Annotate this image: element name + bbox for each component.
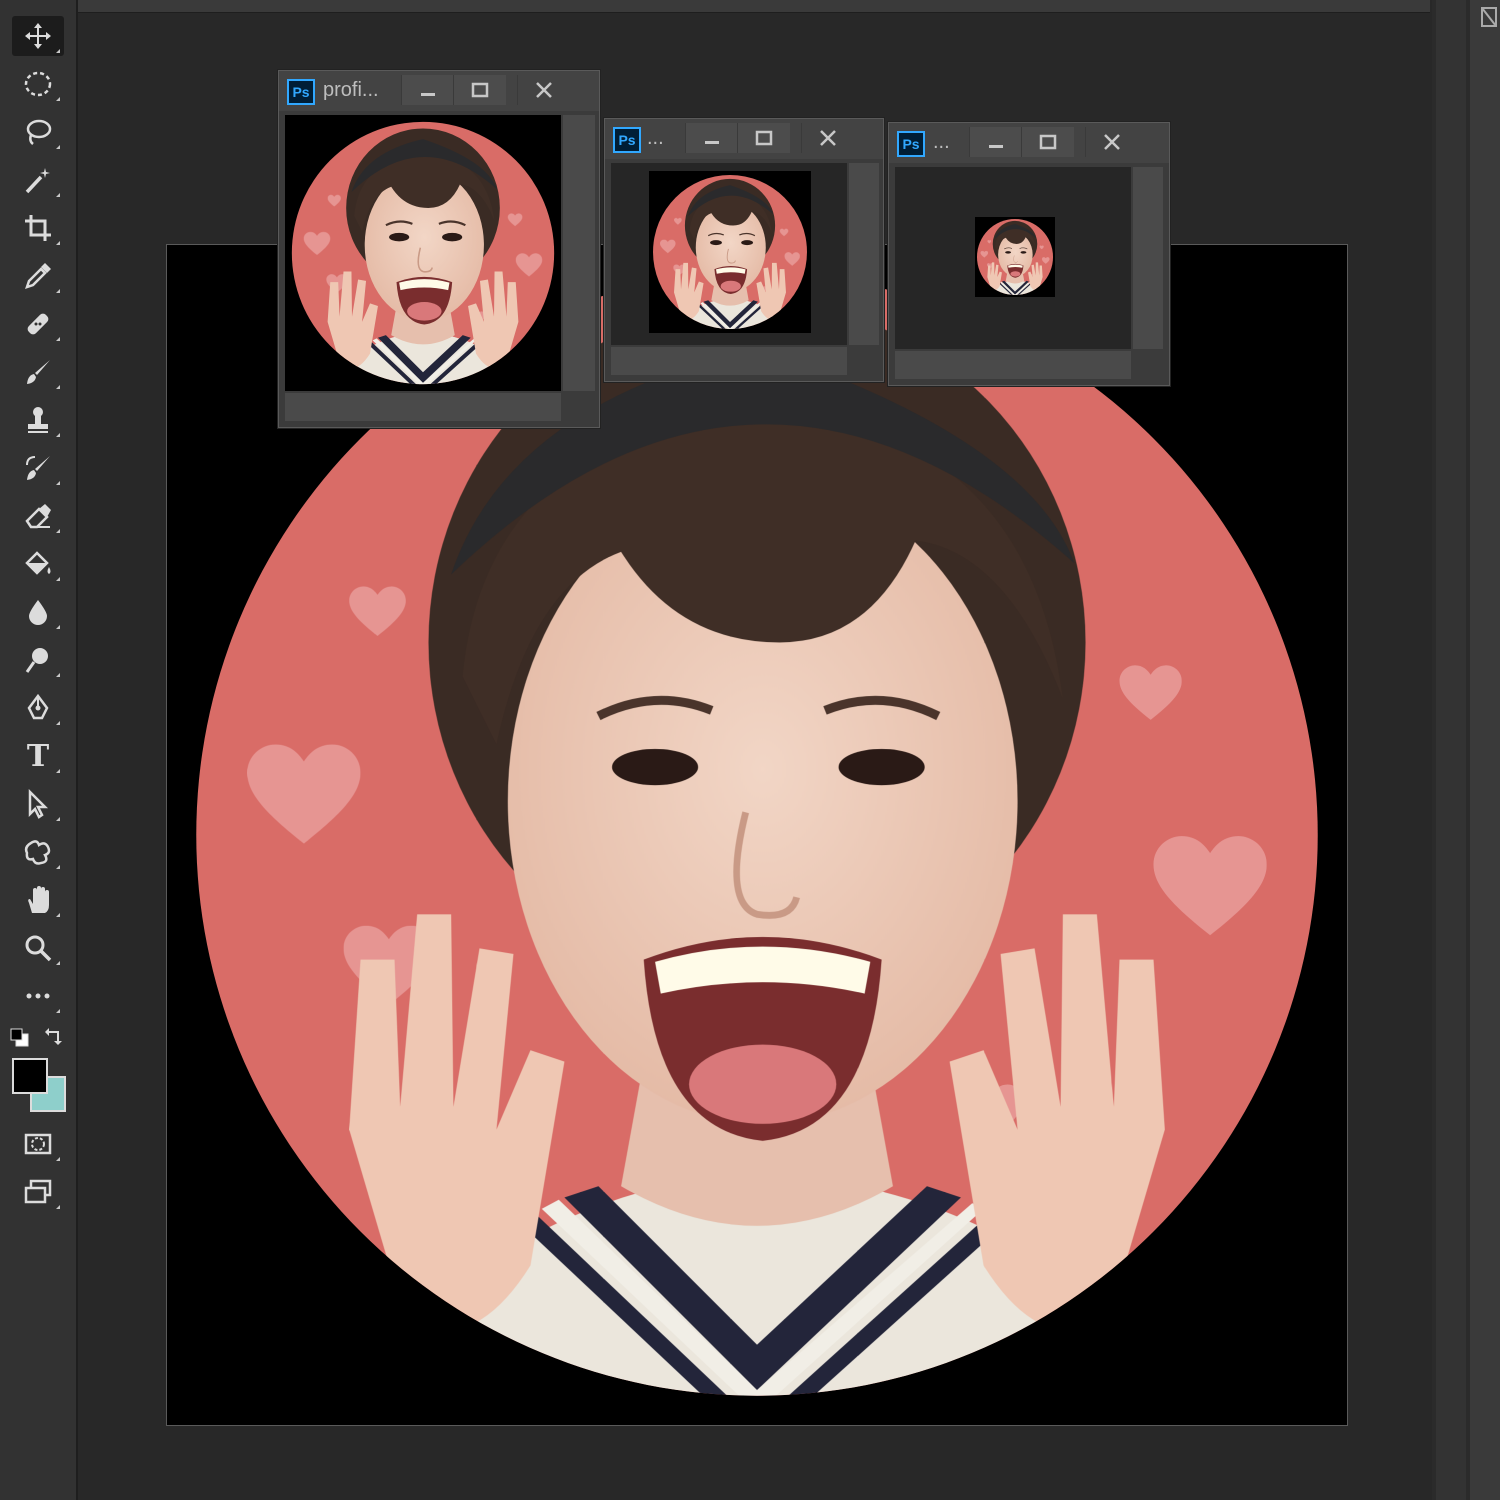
close-button[interactable]	[1085, 127, 1138, 157]
close-button[interactable]	[801, 123, 854, 153]
window-title: ...	[933, 131, 950, 153]
eyedropper-icon	[25, 263, 51, 289]
window-title: ...	[647, 127, 664, 149]
move-tool-icon	[25, 23, 51, 49]
clone-stamp-tool[interactable]	[12, 400, 64, 440]
healing-brush-icon	[27, 313, 49, 335]
profile-photo-image	[975, 217, 1055, 297]
horizontal-scrollbar[interactable]	[895, 351, 1131, 379]
move-tool[interactable]	[12, 16, 64, 56]
lasso-icon	[26, 119, 52, 145]
vertical-scrollbar[interactable]	[563, 115, 595, 391]
hand-tool[interactable]	[12, 880, 64, 920]
dodge-tool[interactable]	[12, 640, 64, 680]
quick-mask-icon	[24, 1133, 52, 1155]
hand-icon	[28, 886, 49, 913]
zoom-tool[interactable]	[12, 928, 64, 968]
vertical-scrollbar[interactable]	[1133, 167, 1163, 349]
elliptical-marquee-tool[interactable]	[12, 64, 64, 104]
minimize-icon	[989, 145, 1003, 148]
maximize-icon	[471, 82, 489, 98]
document-window-2[interactable]: Ps ...	[604, 118, 884, 382]
magic-wand-tool[interactable]	[12, 160, 64, 200]
window-titlebar[interactable]: Ps profi...	[279, 71, 599, 111]
crop-icon	[25, 215, 51, 241]
window-title: profi...	[323, 79, 379, 101]
type-tool[interactable]: T	[12, 736, 64, 776]
document-window-1[interactable]: Ps profi...	[278, 70, 600, 428]
blur-icon	[29, 600, 47, 625]
path-selection-tool[interactable]	[12, 784, 64, 824]
panel-column	[1436, 0, 1466, 1500]
maximize-button[interactable]	[737, 123, 790, 153]
elliptical-marquee-icon	[24, 71, 52, 97]
document-view[interactable]	[895, 167, 1131, 349]
photoshop-icon: Ps	[613, 127, 641, 153]
quick-mask-button[interactable]	[12, 1124, 64, 1164]
type-icon: T	[26, 738, 50, 774]
minimize-button[interactable]	[969, 127, 1022, 157]
eyedropper-tool[interactable]	[12, 256, 64, 296]
paint-bucket-icon	[25, 551, 51, 575]
window-titlebar[interactable]: Ps ...	[605, 119, 883, 159]
document-view[interactable]	[611, 163, 847, 345]
minimize-icon	[421, 93, 435, 96]
maximize-button[interactable]	[453, 75, 506, 105]
blur-tool[interactable]	[12, 592, 64, 632]
horizontal-scrollbar[interactable]	[611, 347, 847, 375]
eraser-tool[interactable]	[12, 496, 64, 536]
custom-shape-tool[interactable]	[12, 832, 64, 872]
document-view[interactable]	[285, 115, 561, 391]
eraser-icon	[25, 504, 51, 529]
right-panel-dock	[1432, 0, 1500, 1500]
close-icon	[820, 130, 836, 146]
panel-toggle-icon[interactable]	[1480, 2, 1498, 32]
brush-icon	[27, 360, 50, 384]
foreground-color-swatch[interactable]	[12, 1058, 48, 1094]
dodge-icon	[25, 648, 48, 673]
history-brush-tool[interactable]	[12, 448, 64, 488]
magic-wand-icon	[25, 168, 50, 194]
more-tools-button[interactable]	[12, 976, 64, 1016]
vertical-scrollbar[interactable]	[849, 163, 879, 345]
close-button[interactable]	[517, 75, 570, 105]
panel-column-collapsed	[1470, 0, 1500, 1500]
default-colors-icon[interactable]	[10, 1028, 30, 1048]
close-icon	[536, 82, 552, 98]
document-thumbnail	[975, 217, 1055, 297]
photoshop-icon: Ps	[287, 79, 315, 105]
options-bar	[78, 0, 1430, 13]
window-titlebar[interactable]: Ps ...	[889, 123, 1169, 163]
swap-colors-icon[interactable]	[44, 1026, 64, 1046]
zoom-icon	[25, 935, 52, 962]
screen-mode-icon	[24, 1179, 52, 1204]
history-brush-icon	[26, 456, 50, 480]
pen-icon	[27, 693, 49, 720]
minimize-icon	[705, 141, 719, 144]
healing-brush-tool[interactable]	[12, 304, 64, 344]
paint-bucket-tool[interactable]	[12, 544, 64, 584]
photoshop-icon: Ps	[897, 131, 925, 157]
screen-mode-button[interactable]	[12, 1172, 64, 1212]
tools-panel: T	[0, 0, 78, 1500]
document-thumbnail	[649, 171, 811, 333]
profile-photo-image	[285, 115, 561, 391]
minimize-button[interactable]	[401, 75, 454, 105]
custom-shape-icon	[24, 840, 51, 865]
path-selection-icon	[28, 789, 49, 819]
maximize-button[interactable]	[1021, 127, 1074, 157]
horizontal-scrollbar[interactable]	[285, 393, 561, 421]
brush-tool[interactable]	[12, 352, 64, 392]
clone-stamp-icon	[28, 407, 48, 433]
maximize-icon	[1039, 134, 1057, 150]
close-icon	[1104, 134, 1120, 150]
more-tools-icon	[26, 993, 50, 999]
profile-photo-image	[649, 171, 811, 333]
pen-tool[interactable]	[12, 688, 64, 728]
maximize-icon	[755, 130, 773, 146]
lasso-tool[interactable]	[12, 112, 64, 152]
minimize-button[interactable]	[685, 123, 738, 153]
document-window-3[interactable]: Ps ...	[888, 122, 1170, 386]
crop-tool[interactable]	[12, 208, 64, 248]
